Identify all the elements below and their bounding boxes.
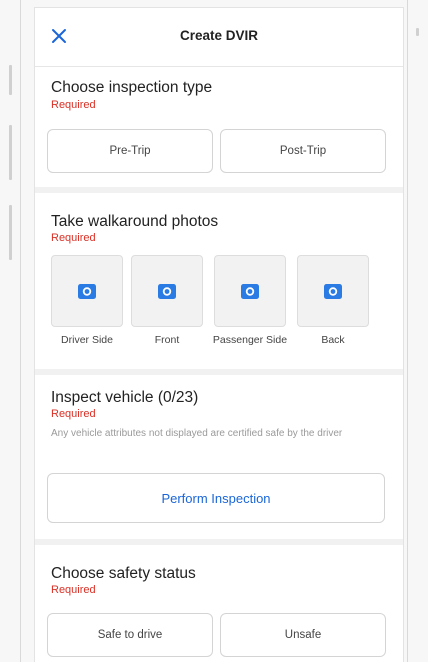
required-label: Required [51, 584, 96, 596]
unsafe-button[interactable]: Unsafe [220, 613, 386, 657]
perform-inspection-button[interactable]: Perform Inspection [47, 473, 385, 523]
required-label: Required [51, 408, 96, 420]
walkaround-photos-section: Take walkaround photos Required Driver S… [35, 193, 403, 369]
left-side-tab [9, 125, 12, 180]
left-side-tab [9, 65, 12, 95]
required-label: Required [51, 232, 96, 244]
section-title: Inspect vehicle (0/23) [51, 389, 199, 406]
camera-icon [78, 284, 96, 299]
front-photo-button[interactable] [131, 255, 203, 327]
camera-icon [324, 284, 342, 299]
photo-label: Passenger Side [212, 334, 288, 346]
safety-status-section: Choose safety status Required Safe to dr… [35, 545, 403, 662]
section-title: Choose inspection type [51, 79, 213, 96]
right-side-tab [416, 28, 419, 36]
dvir-screen: Create DVIR Choose inspection type Requi… [35, 8, 403, 662]
required-label: Required [51, 99, 96, 111]
photo-label: Front [154, 334, 180, 346]
pre-trip-button[interactable]: Pre-Trip [47, 129, 213, 173]
app-header: Create DVIR [35, 8, 403, 67]
right-gutter-line [407, 0, 408, 662]
safe-to-drive-button[interactable]: Safe to drive [47, 613, 213, 657]
driver-side-photo-button[interactable] [51, 255, 123, 327]
back-photo-button[interactable] [297, 255, 369, 327]
camera-icon [158, 284, 176, 299]
inspection-type-section: Choose inspection type Required Pre-Trip… [35, 67, 403, 187]
section-title: Choose safety status [51, 565, 196, 582]
passenger-side-photo-button[interactable] [214, 255, 286, 327]
photo-label: Back [321, 334, 345, 346]
certification-note: Any vehicle attributes not displayed are… [51, 428, 343, 439]
camera-icon [241, 284, 259, 299]
inspect-vehicle-section: Inspect vehicle (0/23) Required Any vehi… [35, 375, 403, 539]
photo-label: Driver Side [61, 334, 113, 346]
left-gutter-line [20, 0, 21, 662]
left-side-tab [9, 205, 12, 260]
page-title: Create DVIR [179, 28, 259, 43]
post-trip-button[interactable]: Post-Trip [220, 129, 386, 173]
section-title: Take walkaround photos [51, 213, 219, 230]
